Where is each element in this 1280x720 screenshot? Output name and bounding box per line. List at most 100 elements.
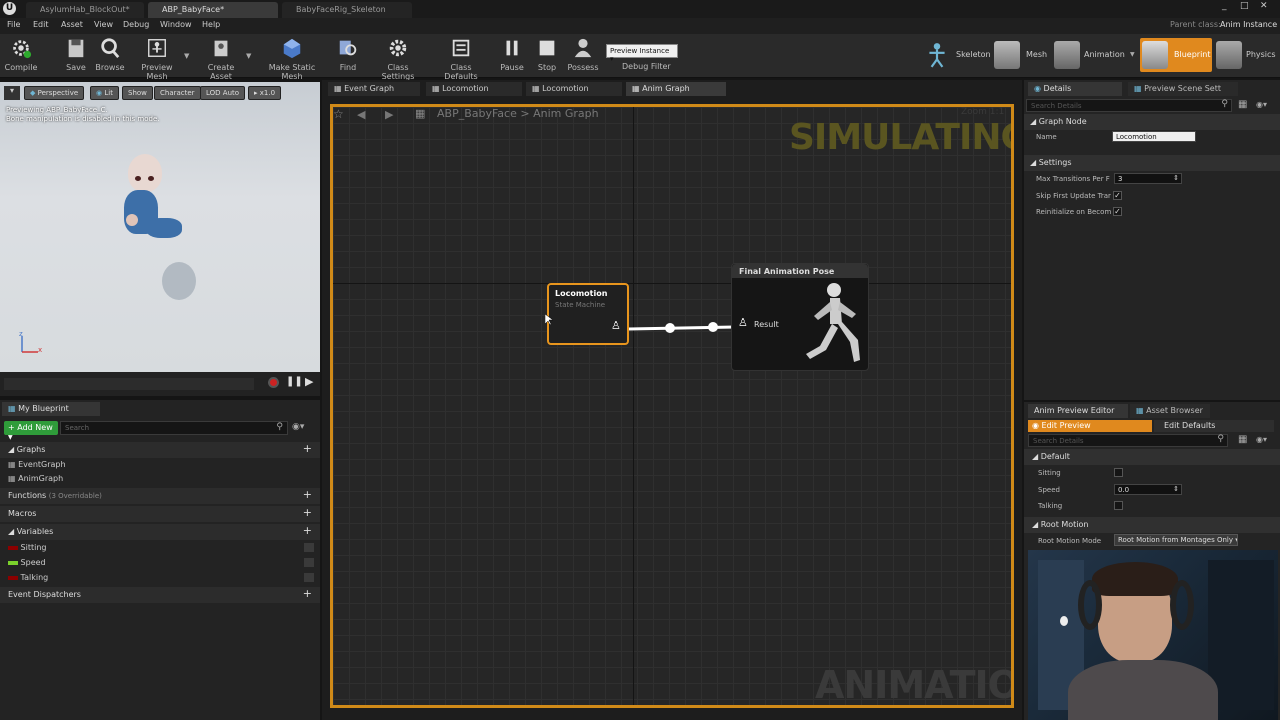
- preview-mesh-button[interactable]: Preview Mesh: [130, 36, 184, 81]
- variable-talking[interactable]: Talking: [8, 573, 314, 582]
- graph-tab-event-graph[interactable]: ▦ Event Graph: [328, 82, 420, 96]
- edit-preview-button[interactable]: ◉ Edit Preview: [1028, 420, 1152, 432]
- add-function-icon[interactable]: +: [303, 489, 312, 501]
- menu-debug[interactable]: Debug: [123, 20, 149, 29]
- add-variable-icon[interactable]: +: [303, 525, 312, 537]
- mode-physics[interactable]: Physics: [1214, 38, 1278, 72]
- menu-edit[interactable]: Edit: [33, 20, 49, 29]
- visibility-icon[interactable]: [304, 558, 314, 567]
- root-motion-section[interactable]: ◢ Root Motion: [1024, 517, 1280, 533]
- tab-babyface-skeleton[interactable]: BabyFaceRig_Skeleton: [282, 2, 412, 18]
- view-options-icon[interactable]: ◉▾: [1256, 435, 1267, 444]
- graph-tab-locomotion-2[interactable]: ▦ Locomotion: [526, 82, 622, 96]
- functions-header[interactable]: Functions (3 Overridable) +: [0, 488, 320, 504]
- create-asset-chevron-icon[interactable]: ▼: [246, 52, 251, 60]
- mode-blueprint[interactable]: Blueprint: [1140, 38, 1212, 72]
- save-button[interactable]: Save: [62, 36, 90, 72]
- view-options-icon[interactable]: ◉▾: [1256, 100, 1267, 109]
- pose-output-pin-icon[interactable]: ♙: [611, 319, 621, 332]
- add-macro-icon[interactable]: +: [303, 507, 312, 519]
- variable-speed[interactable]: Speed: [8, 558, 314, 567]
- lod-button[interactable]: LOD Auto: [200, 86, 246, 100]
- minimize-button[interactable]: _: [1222, 1, 1227, 11]
- record-icon[interactable]: [268, 377, 279, 388]
- forward-arrow-icon[interactable]: ▶: [385, 108, 393, 121]
- character-button[interactable]: Character: [154, 86, 201, 100]
- list-item-animgraph[interactable]: ▦ AnimGraph: [8, 474, 63, 483]
- reinitialize-checkbox[interactable]: ✓: [1113, 207, 1122, 216]
- graph-tab-locomotion-1[interactable]: ▦ Locomotion: [426, 82, 522, 96]
- close-button[interactable]: ✕: [1260, 1, 1268, 11]
- list-item-eventgraph[interactable]: ▦ EventGraph: [8, 460, 66, 469]
- spinner-arrows-icon[interactable]: ⇕: [1173, 174, 1179, 182]
- final-animation-pose-node[interactable]: Final Animation Pose ♙ Result: [731, 263, 869, 371]
- anim-preview-editor-tab[interactable]: Anim Preview Editor: [1028, 404, 1128, 418]
- browse-button[interactable]: Browse: [94, 36, 126, 72]
- event-dispatchers-header[interactable]: Event Dispatchers +: [0, 587, 320, 603]
- animation-chevron-icon[interactable]: ▼: [1130, 51, 1135, 58]
- graph-canvas[interactable]: ☆ ◀ ▶ ▦ ABP_BabyFace > Anim Graph Zoom 1…: [330, 104, 1014, 708]
- locomotion-state-machine-node[interactable]: Locomotion State Machine ♙: [547, 283, 629, 345]
- preview-mesh-chevron-icon[interactable]: ▼: [184, 52, 189, 60]
- talking-checkbox[interactable]: [1114, 501, 1123, 510]
- menu-view[interactable]: View: [94, 20, 113, 29]
- edit-defaults-button[interactable]: Edit Defaults: [1154, 420, 1274, 432]
- menu-help[interactable]: Help: [202, 20, 220, 29]
- graph-tab-anim-graph[interactable]: ▦ Anim Graph: [626, 82, 726, 96]
- settings-section[interactable]: ◢ Settings: [1024, 155, 1280, 171]
- details-search-input[interactable]: Search Details ⚲: [1026, 99, 1232, 112]
- favorite-star-icon[interactable]: ☆: [333, 107, 344, 121]
- add-new-button[interactable]: + Add New ▼: [4, 421, 58, 441]
- preview-instance-dropdown[interactable]: Preview Instance ▾: [606, 44, 678, 63]
- preview-scene-settings-tab[interactable]: ▦ Preview Scene Sett: [1128, 82, 1238, 96]
- menu-asset[interactable]: Asset: [61, 20, 83, 29]
- tab-abp-babyface[interactable]: ABP_BabyFace*: [148, 2, 278, 18]
- play-forward-icon[interactable]: ▶: [305, 375, 313, 388]
- speed-field[interactable]: 0.0 ⇕: [1114, 484, 1182, 495]
- spinner-arrows-icon[interactable]: ⇕: [1173, 485, 1179, 493]
- back-arrow-icon[interactable]: ◀: [357, 108, 365, 121]
- create-asset-button[interactable]: Create Asset: [196, 36, 246, 81]
- playback-speed-button[interactable]: ▸ x1.0: [248, 86, 282, 100]
- asset-browser-tab[interactable]: ▦ Asset Browser: [1130, 404, 1210, 418]
- menu-file[interactable]: File: [7, 20, 20, 29]
- property-matrix-icon[interactable]: ▦: [1238, 434, 1247, 445]
- find-button[interactable]: Find: [334, 36, 362, 72]
- show-button[interactable]: Show: [122, 86, 153, 100]
- view-options-icon[interactable]: ◉▾: [292, 422, 304, 432]
- compile-button[interactable]: Compile: [4, 36, 38, 72]
- tab-asylumhab[interactable]: AsylumHab_BlockOut*: [26, 2, 144, 18]
- breadcrumb-root[interactable]: ABP_BabyFace: [437, 107, 517, 120]
- anim-preview-search-input[interactable]: Search Details ⚲: [1028, 434, 1228, 447]
- property-matrix-icon[interactable]: ▦: [1238, 99, 1247, 110]
- details-tab[interactable]: ◉ Details: [1028, 82, 1122, 96]
- visibility-icon[interactable]: [304, 543, 314, 552]
- my-blueprint-tab[interactable]: ▦ My Blueprint: [2, 402, 100, 416]
- mode-mesh[interactable]: Mesh: [992, 38, 1050, 72]
- mode-skeleton[interactable]: Skeleton: [922, 38, 991, 72]
- make-static-mesh-button[interactable]: Make Static Mesh: [258, 36, 326, 81]
- parent-class-value[interactable]: Anim Instance: [1220, 20, 1277, 29]
- stop-button[interactable]: Stop: [534, 36, 560, 72]
- mode-animation[interactable]: Animation ▼: [1052, 38, 1136, 72]
- default-section[interactable]: ◢ Default: [1024, 449, 1280, 465]
- class-settings-button[interactable]: Class Settings: [370, 36, 426, 81]
- maximize-button[interactable]: □: [1240, 1, 1249, 11]
- pause-button[interactable]: Pause: [498, 36, 526, 72]
- max-transitions-field[interactable]: 3 ⇕: [1114, 173, 1182, 184]
- visibility-icon[interactable]: [304, 573, 314, 582]
- perspective-button[interactable]: ◆ Perspective: [24, 86, 85, 100]
- lit-button[interactable]: ◉ Lit: [90, 86, 119, 100]
- viewport-menu-icon[interactable]: ▾: [4, 86, 20, 100]
- timeline-track[interactable]: [4, 378, 254, 390]
- variable-sitting[interactable]: Sitting: [8, 543, 314, 552]
- graph-node-section[interactable]: ◢ Graph Node: [1024, 114, 1280, 130]
- skip-first-update-checkbox[interactable]: ✓: [1113, 191, 1122, 200]
- pause-playback-icon[interactable]: ❚❚: [286, 376, 303, 387]
- pose-input-pin-icon[interactable]: ♙: [738, 316, 748, 329]
- possess-button[interactable]: Possess: [566, 36, 600, 72]
- add-graph-icon[interactable]: +: [303, 443, 312, 455]
- menu-window[interactable]: Window: [160, 20, 192, 29]
- name-field[interactable]: Locomotion: [1112, 131, 1196, 142]
- class-defaults-button[interactable]: Class Defaults: [434, 36, 488, 81]
